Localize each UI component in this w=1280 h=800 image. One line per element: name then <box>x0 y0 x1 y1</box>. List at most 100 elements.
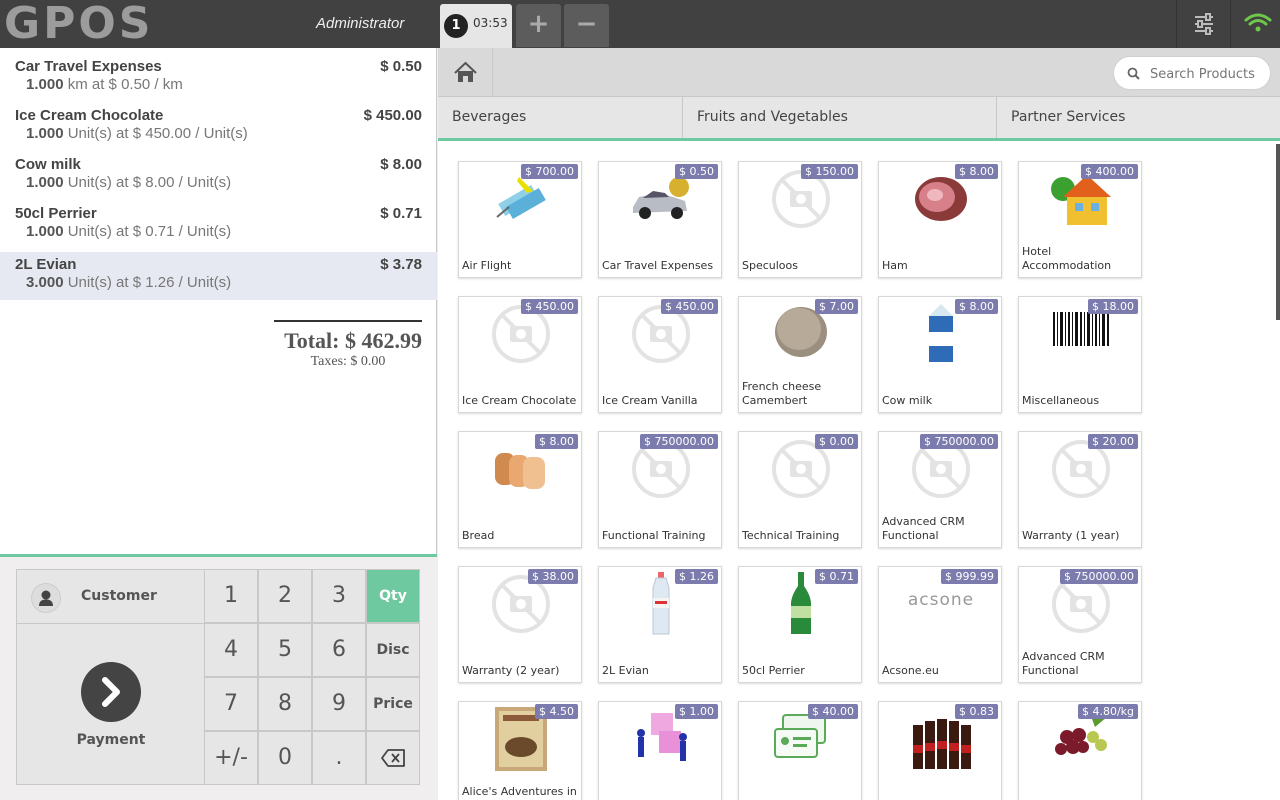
numpad-key-dot[interactable]: . <box>312 731 366 785</box>
product-price: $ 750000.00 <box>1060 569 1138 584</box>
order-line-qty: 1.000 <box>26 223 64 240</box>
product-price: $ 18.00 <box>1088 299 1138 314</box>
payment-button[interactable]: Payment <box>17 624 205 786</box>
connection-status-button[interactable] <box>1230 0 1280 48</box>
product-name: Ice Cream Chocolate <box>462 394 577 407</box>
mode-disc-button[interactable]: Disc <box>366 623 420 677</box>
product-name: Ice Cream Vanilla <box>602 394 698 407</box>
product-card[interactable]: $ 40.00 <box>738 701 862 800</box>
product-card[interactable]: $ 8.00 Cow milk <box>878 296 1002 413</box>
product-screen: Beverages Fruits and Vegetables Partner … <box>438 48 1280 800</box>
product-card[interactable]: acsone $ 999.99 Acsone.eu <box>878 566 1002 683</box>
product-price: $ 0.83 <box>955 704 998 719</box>
product-list-scrollbar[interactable] <box>1276 144 1280 320</box>
product-card[interactable]: $ 750000.00 Advanced CRM Functional <box>878 431 1002 548</box>
cashier-name[interactable]: Administrator <box>316 0 404 48</box>
order-line[interactable]: Car Travel Expenses $ 0.50 1.000 km at $… <box>0 58 437 107</box>
numpad-key-6[interactable]: 6 <box>312 623 366 677</box>
numpad-key-2[interactable]: 2 <box>258 569 312 623</box>
product-card[interactable]: $ 20.00 Warranty (1 year) <box>1018 431 1142 548</box>
numpad-key-4[interactable]: 4 <box>204 623 258 677</box>
product-card[interactable]: $ 1.00 <box>598 701 722 800</box>
product-card[interactable]: $ 8.00 Bread <box>458 431 582 548</box>
product-price: $ 450.00 <box>521 299 578 314</box>
product-card[interactable]: $ 0.00 Technical Training <box>738 431 862 548</box>
category-beverages[interactable]: Beverages <box>438 97 683 138</box>
product-name: Alice's Adventures in Wonderland - Lewis <box>462 785 577 800</box>
search-box[interactable] <box>1113 56 1271 90</box>
product-price: $ 7.00 <box>815 299 858 314</box>
order-line-unit-info: Unit(s) at $ 1.26 / Unit(s) <box>63 274 232 291</box>
product-card[interactable]: $ 0.83 <box>878 701 1002 800</box>
product-card[interactable]: $ 750000.00 Advanced CRM Functional <box>1018 566 1142 683</box>
mode-price-button[interactable]: Price <box>366 677 420 731</box>
product-card[interactable]: $ 4.50 Alice's Adventures in Wonderland … <box>458 701 582 800</box>
numpad-key-3[interactable]: 3 <box>312 569 366 623</box>
category-fruits-vegetables[interactable]: Fruits and Vegetables <box>683 97 997 138</box>
product-price: $ 750000.00 <box>920 434 998 449</box>
product-name: Miscellaneous <box>1022 394 1100 407</box>
delete-order-button[interactable]: − <box>564 4 609 47</box>
control-panel: Customer Payment 1 2 3 Qty 4 5 6 Disc 7 … <box>0 554 437 800</box>
product-price: $ 40.00 <box>808 704 858 719</box>
product-card[interactable]: $ 450.00 Ice Cream Vanilla <box>598 296 722 413</box>
customer-button[interactable]: Customer <box>17 570 205 624</box>
product-price: $ 38.00 <box>528 569 578 584</box>
order-line-detail: 3.000 Unit(s) at $ 1.26 / Unit(s) <box>26 274 231 291</box>
mode-qty-button[interactable]: Qty <box>366 569 420 623</box>
product-card[interactable]: $ 0.71 50cl Perrier <box>738 566 862 683</box>
product-name: Speculoos <box>742 259 798 272</box>
settings-button[interactable] <box>1176 0 1230 48</box>
order-line[interactable]: Cow milk $ 8.00 1.000 Unit(s) at $ 8.00 … <box>0 156 437 205</box>
numpad-key-9[interactable]: 9 <box>312 677 366 731</box>
numpad-key-0[interactable]: 0 <box>258 731 312 785</box>
numpad-key-8[interactable]: 8 <box>258 677 312 731</box>
product-name: 50cl Perrier <box>742 664 805 677</box>
order-line-qty: 1.000 <box>26 76 64 93</box>
product-card[interactable]: $ 450.00 Ice Cream Chocolate <box>458 296 582 413</box>
product-name: Hotel Accommodation <box>1022 245 1112 272</box>
order-line-qty: 1.000 <box>26 174 64 191</box>
acsone-logo-text: acsone <box>907 590 975 610</box>
numpad-key-plus-minus[interactable]: +/- <box>204 731 258 785</box>
product-card[interactable]: $ 400.00 Hotel Accommodation <box>1018 161 1142 278</box>
product-card[interactable]: $ 7.00 French cheese Camembert <box>738 296 862 413</box>
product-name: Cow milk <box>882 394 933 407</box>
search-icon <box>1127 67 1140 80</box>
product-name: French cheese Camembert <box>742 380 822 407</box>
backspace-button[interactable] <box>366 731 420 785</box>
product-card[interactable]: $ 38.00 Warranty (2 year) <box>458 566 582 683</box>
customer-label: Customer <box>81 588 157 604</box>
numpad-key-5[interactable]: 5 <box>258 623 312 677</box>
new-order-button[interactable]: + <box>516 4 561 47</box>
home-category-button[interactable] <box>438 48 493 97</box>
order-line[interactable]: Ice Cream Chocolate $ 450.00 1.000 Unit(… <box>0 107 437 156</box>
order-line-unit-info: km at $ 0.50 / km <box>63 76 183 93</box>
order-tab[interactable]: 1 03:53 <box>440 4 512 48</box>
product-card[interactable]: $ 1.26 2L Evian <box>598 566 722 683</box>
product-card[interactable]: $ 18.00 Miscellaneous <box>1018 296 1142 413</box>
wifi-icon <box>1244 13 1272 32</box>
product-card[interactable]: $ 150.00 Speculoos <box>738 161 862 278</box>
search-input[interactable] <box>1148 64 1266 84</box>
product-name: Air Flight <box>462 259 512 272</box>
numpad-key-7[interactable]: 7 <box>204 677 258 731</box>
product-card[interactable]: $ 4.80/kg <box>1018 701 1142 800</box>
order-line-name: 2L Evian <box>15 256 77 273</box>
order-line-qty: 1.000 <box>26 125 64 142</box>
product-card[interactable]: $ 750000.00 Functional Training <box>598 431 722 548</box>
numpad-key-1[interactable]: 1 <box>204 569 258 623</box>
category-partner-services[interactable]: Partner Services <box>997 97 1280 138</box>
product-card[interactable]: $ 700.00 Air Flight <box>458 161 582 278</box>
order-line-name: 50cl Perrier <box>15 205 97 222</box>
product-name: Acsone.eu <box>882 664 939 677</box>
backspace-icon <box>381 749 405 767</box>
person-icon <box>31 583 61 613</box>
product-price: $ 8.00 <box>955 164 998 179</box>
order-line[interactable]: 50cl Perrier $ 0.71 1.000 Unit(s) at $ 0… <box>0 205 437 254</box>
order-line-selected[interactable]: 2L Evian $ 3.78 3.000 Unit(s) at $ 1.26 … <box>0 252 437 300</box>
order-line-price: $ 0.50 <box>380 58 422 75</box>
product-card[interactable]: $ 0.50 Car Travel Expenses <box>598 161 722 278</box>
product-name: 2L Evian <box>602 664 649 677</box>
product-card[interactable]: $ 8.00 Ham <box>878 161 1002 278</box>
